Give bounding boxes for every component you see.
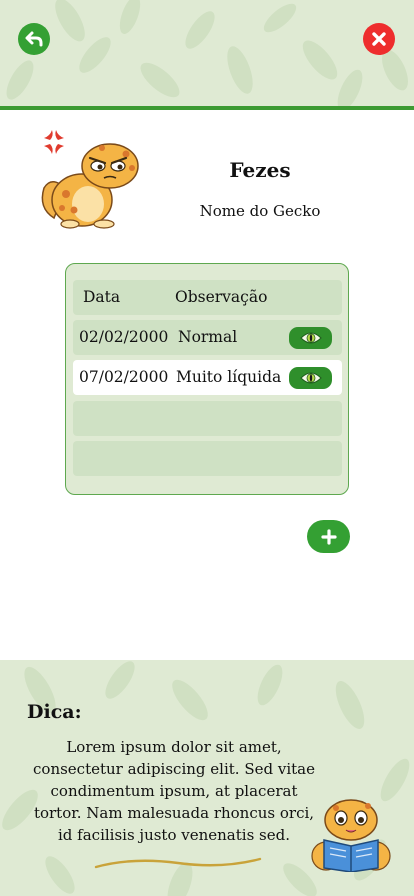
table-row: 02/02/2000 Normal bbox=[73, 320, 342, 355]
row-observation: Normal bbox=[178, 328, 238, 346]
row-date: 07/02/2000 bbox=[79, 368, 169, 386]
column-header-date: Data bbox=[83, 288, 121, 306]
empty-table-row bbox=[73, 441, 342, 476]
column-header-observation: Observação bbox=[175, 288, 268, 306]
back-button[interactable] bbox=[18, 23, 50, 55]
tip-title: Dica: bbox=[27, 701, 82, 723]
eye-icon bbox=[299, 372, 322, 384]
header-divider bbox=[0, 106, 414, 110]
tip-text: Lorem ipsum dolor sit amet, consectetur … bbox=[33, 738, 315, 844]
row-observation: Muito líquida bbox=[176, 368, 282, 386]
header-band bbox=[0, 0, 414, 106]
back-arrow-icon bbox=[25, 31, 43, 47]
table-header-row: Data Observação bbox=[73, 280, 342, 315]
table-row: 07/02/2000 Muito líquida bbox=[73, 360, 342, 395]
leaf-pattern bbox=[6, 0, 408, 106]
page-title: Fezes bbox=[229, 158, 291, 182]
plus-icon bbox=[320, 528, 337, 545]
empty-table-row bbox=[73, 401, 342, 436]
records-table: Data Observação 02/02/2000 Normal 07/02/… bbox=[65, 263, 349, 495]
gecko-mascot-image bbox=[41, 130, 139, 229]
view-record-button[interactable] bbox=[289, 367, 332, 389]
view-record-button[interactable] bbox=[289, 327, 332, 349]
gecko-name: Nome do Gecko bbox=[199, 202, 321, 220]
row-date: 02/02/2000 bbox=[79, 328, 169, 346]
decorative-swoosh bbox=[94, 857, 262, 869]
eye-icon bbox=[299, 332, 322, 344]
close-x-icon bbox=[372, 32, 386, 46]
reading-gecko-image bbox=[311, 799, 391, 872]
close-button[interactable] bbox=[363, 23, 395, 55]
add-record-button[interactable] bbox=[307, 520, 350, 553]
